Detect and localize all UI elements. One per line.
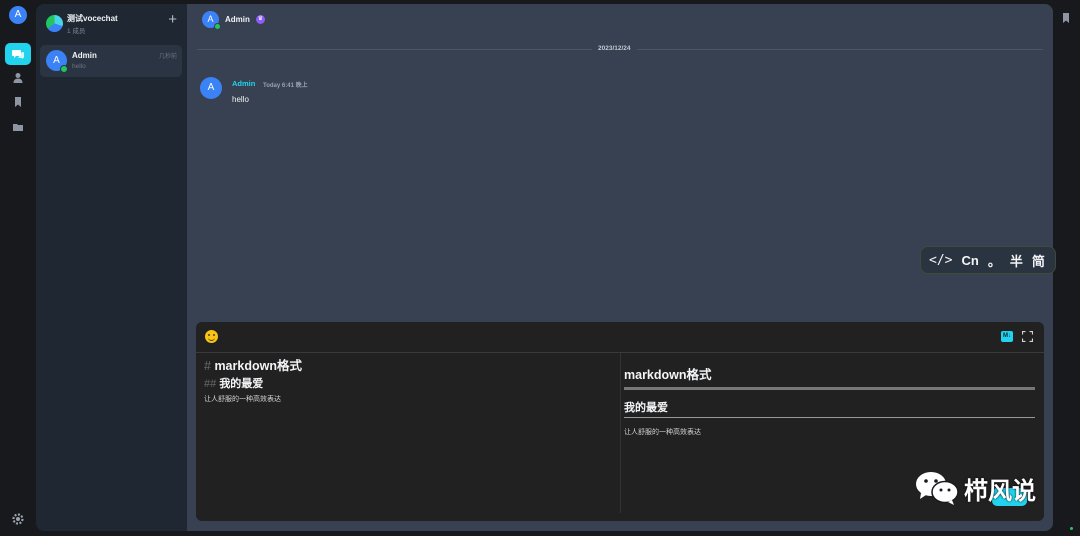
gear-icon[interactable] [12,513,24,525]
source-h2: 我的最爱 [219,378,264,390]
date-divider: 2023/12/24 [592,45,637,52]
nav-favorites[interactable] [5,91,31,113]
session-time: 几秒前 [158,54,177,60]
preview-h1: markdown格式 [624,364,1035,390]
session-last-message: hello [72,63,86,70]
pane-divider [620,353,621,513]
bookmark-icon [15,97,21,107]
ime-width-toggle[interactable]: 半 [1010,251,1023,270]
server-member-count: 1 成员 [67,28,86,35]
heading-mark: ## [204,378,217,390]
emoji-icon[interactable] [205,330,218,343]
chat-header: A Admin ♛ [187,4,1053,37]
watermark: 栉风说 [914,470,1036,506]
ime-script-toggle[interactable]: 简 [1032,251,1045,270]
heading-mark: # [204,359,211,373]
source-h1: markdown格式 [214,359,302,373]
watermark-text: 栉风说 [964,477,1036,505]
preview-paragraph: 让人舒服的一种高效表达 [624,429,701,436]
admin-badge-icon: ♛ [256,15,265,24]
editor-toolbar: M↓ [196,322,1044,353]
markdown-preview: markdown格式 我的最爱 让人舒服的一种高效表达 [624,364,1035,437]
server-logo [46,15,63,32]
source-paragraph: 让人舒服的一种高效表达 [204,396,281,403]
session-item-admin[interactable]: A Admin hello 几秒前 [40,45,182,77]
online-status-dot [60,65,68,73]
message-time: Today 6:41 晚上 [263,83,308,89]
markdown-toggle-button[interactable]: M↓ [1001,331,1013,342]
message-author[interactable]: Admin [232,79,255,88]
online-status-dot [214,23,221,30]
folder-icon [13,124,23,131]
avatar[interactable]: A [200,77,222,99]
markdown-source-input[interactable]: # markdown格式 ## 我的最爱 让人舒服的一种高效表达 [204,355,614,404]
fullscreen-icon[interactable] [1022,331,1033,342]
server-header[interactable]: 测试vocechat 1 成员 + [46,12,181,38]
ime-toolbar: </> Cn 。 半 简 [920,246,1056,274]
nav-chat[interactable] [5,43,31,65]
message-text: hello [232,95,249,104]
user-icon [13,73,23,83]
message-item: A Admin Today 6:41 晚上 hello [200,77,600,113]
status-indicator [1070,527,1073,530]
preview-h2: 我的最爱 [624,399,1035,418]
wechat-logo-icon [916,472,959,505]
ime-language-toggle[interactable]: Cn [961,253,978,268]
ime-code-toggle[interactable]: </> [929,253,952,268]
nav-files[interactable] [5,116,31,138]
ime-punctuation-toggle[interactable]: 。 [988,251,1001,270]
add-icon[interactable]: + [168,12,177,28]
nav-rail: A [0,0,36,536]
server-name: 测试vocechat [67,14,118,23]
nav-contacts[interactable] [5,67,31,89]
channel-sidebar: 测试vocechat 1 成员 + A Admin hello 几秒前 [36,4,187,531]
chat-icon [12,50,24,59]
user-avatar[interactable]: A [9,6,27,24]
chat-title: Admin [225,15,250,24]
bookmark-icon[interactable] [1062,13,1070,23]
session-name: Admin [72,51,97,60]
